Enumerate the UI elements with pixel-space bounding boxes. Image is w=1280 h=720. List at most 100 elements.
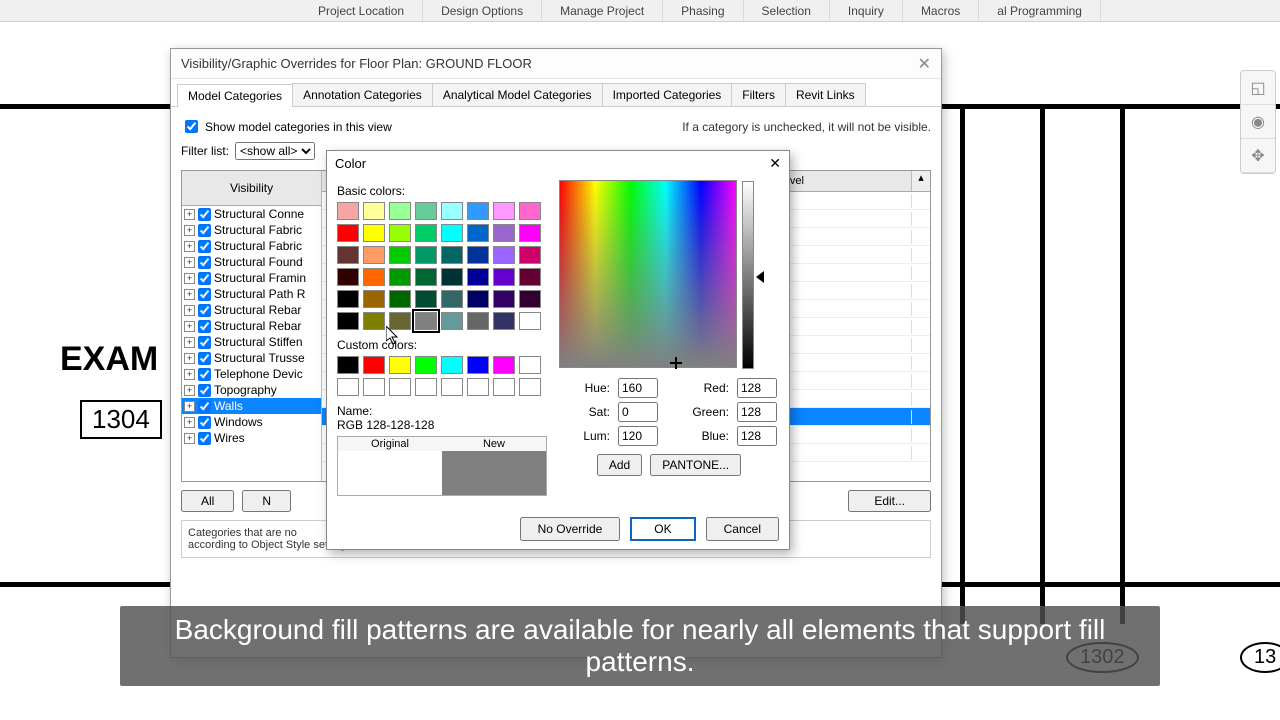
color-swatch[interactable] [519, 290, 541, 308]
category-row[interactable]: +Structural Path R [182, 286, 321, 302]
category-checkbox[interactable] [198, 256, 211, 269]
ribbon-inquiry[interactable]: Inquiry [830, 0, 903, 21]
color-swatch[interactable] [389, 202, 411, 220]
expander-icon[interactable]: + [184, 417, 195, 428]
expander-icon[interactable]: + [184, 305, 195, 316]
nav-cube-icon[interactable]: ◱ [1241, 71, 1275, 105]
category-checkbox[interactable] [198, 288, 211, 301]
sat-input[interactable] [618, 402, 658, 422]
empty-custom-swatch[interactable] [389, 378, 411, 396]
color-swatch[interactable] [415, 224, 437, 242]
add-color-button[interactable]: Add [597, 454, 642, 476]
expander-icon[interactable]: + [184, 321, 195, 332]
red-input[interactable] [737, 378, 777, 398]
color-swatch[interactable] [415, 290, 437, 308]
ribbon-selection[interactable]: Selection [744, 0, 830, 21]
color-swatch[interactable] [493, 246, 515, 264]
category-row[interactable]: +Walls [182, 398, 321, 414]
category-row[interactable]: +Telephone Devic [182, 366, 321, 382]
expander-icon[interactable]: + [184, 353, 195, 364]
color-swatch[interactable] [363, 312, 385, 330]
color-swatch[interactable] [389, 224, 411, 242]
category-row[interactable]: +Structural Stiffen [182, 334, 321, 350]
nav-pan-icon[interactable]: ✥ [1241, 139, 1275, 173]
expander-icon[interactable]: + [184, 289, 195, 300]
color-swatch[interactable] [363, 268, 385, 286]
custom-color-swatch[interactable] [337, 356, 359, 374]
ribbon-design-options[interactable]: Design Options [423, 0, 542, 21]
color-swatch[interactable] [441, 312, 463, 330]
no-override-button[interactable]: No Override [520, 517, 621, 541]
category-row[interactable]: +Structural Framin [182, 270, 321, 286]
color-swatch[interactable] [519, 202, 541, 220]
expander-icon[interactable]: + [184, 209, 195, 220]
color-swatch[interactable] [467, 290, 489, 308]
expander-icon[interactable]: + [184, 257, 195, 268]
lum-input[interactable] [618, 426, 658, 446]
tab-filters[interactable]: Filters [731, 83, 786, 106]
empty-custom-swatch[interactable] [467, 378, 489, 396]
nav-wheel-icon[interactable]: ◉ [1241, 105, 1275, 139]
expander-icon[interactable]: + [184, 433, 195, 444]
category-checkbox[interactable] [198, 352, 211, 365]
luminance-arrow-icon[interactable] [756, 271, 764, 283]
custom-color-swatch[interactable] [519, 356, 541, 374]
pantone-button[interactable]: PANTONE... [650, 454, 741, 476]
color-swatch[interactable] [519, 268, 541, 286]
edit-button[interactable]: Edit... [848, 490, 931, 512]
blue-input[interactable] [737, 426, 777, 446]
category-checkbox[interactable] [198, 336, 211, 349]
color-swatch[interactable] [337, 202, 359, 220]
category-row[interactable]: +Structural Found [182, 254, 321, 270]
category-row[interactable]: +Structural Rebar [182, 318, 321, 334]
category-checkbox[interactable] [198, 224, 211, 237]
category-checkbox[interactable] [198, 208, 211, 221]
select-none-button[interactable]: N [242, 490, 291, 512]
category-row[interactable]: +Structural Fabric [182, 222, 321, 238]
category-checkbox[interactable] [198, 320, 211, 333]
green-input[interactable] [737, 402, 777, 422]
color-swatch[interactable] [337, 224, 359, 242]
expander-icon[interactable]: + [184, 273, 195, 284]
color-swatch[interactable] [519, 246, 541, 264]
color-swatch[interactable] [441, 246, 463, 264]
color-swatch[interactable] [467, 202, 489, 220]
category-checkbox[interactable] [198, 384, 211, 397]
color-gradient-picker[interactable] [559, 180, 737, 368]
color-swatch[interactable] [337, 246, 359, 264]
empty-custom-swatch[interactable] [519, 378, 541, 396]
expander-icon[interactable]: + [184, 337, 195, 348]
filter-list-select[interactable]: <show all> [235, 142, 315, 160]
color-swatch[interactable] [493, 202, 515, 220]
custom-color-swatch[interactable] [493, 356, 515, 374]
color-swatch[interactable] [337, 290, 359, 308]
ok-button[interactable]: OK [630, 517, 695, 541]
category-row[interactable]: +Windows [182, 414, 321, 430]
custom-color-swatch[interactable] [363, 356, 385, 374]
color-swatch[interactable] [389, 268, 411, 286]
color-swatch[interactable] [467, 224, 489, 242]
color-swatch[interactable] [415, 202, 437, 220]
show-model-categories-checkbox[interactable] [185, 120, 198, 133]
category-checkbox[interactable] [198, 304, 211, 317]
expander-icon[interactable]: + [184, 241, 195, 252]
category-checkbox[interactable] [198, 432, 211, 445]
color-swatch[interactable] [467, 268, 489, 286]
empty-custom-swatch[interactable] [337, 378, 359, 396]
category-checkbox[interactable] [198, 240, 211, 253]
color-swatch[interactable] [363, 202, 385, 220]
category-checkbox[interactable] [198, 416, 211, 429]
category-checkbox[interactable] [198, 272, 211, 285]
custom-color-swatch[interactable] [441, 356, 463, 374]
empty-custom-swatch[interactable] [415, 378, 437, 396]
color-swatch[interactable] [337, 268, 359, 286]
expander-icon[interactable]: + [184, 401, 195, 412]
cancel-button[interactable]: Cancel [706, 517, 779, 541]
color-swatch[interactable] [467, 312, 489, 330]
color-swatch[interactable] [441, 268, 463, 286]
color-swatch[interactable] [441, 290, 463, 308]
close-icon[interactable]: ✕ [769, 155, 781, 172]
color-swatch[interactable] [441, 202, 463, 220]
category-row[interactable]: +Topography [182, 382, 321, 398]
tab-annotation-categories[interactable]: Annotation Categories [292, 83, 433, 106]
